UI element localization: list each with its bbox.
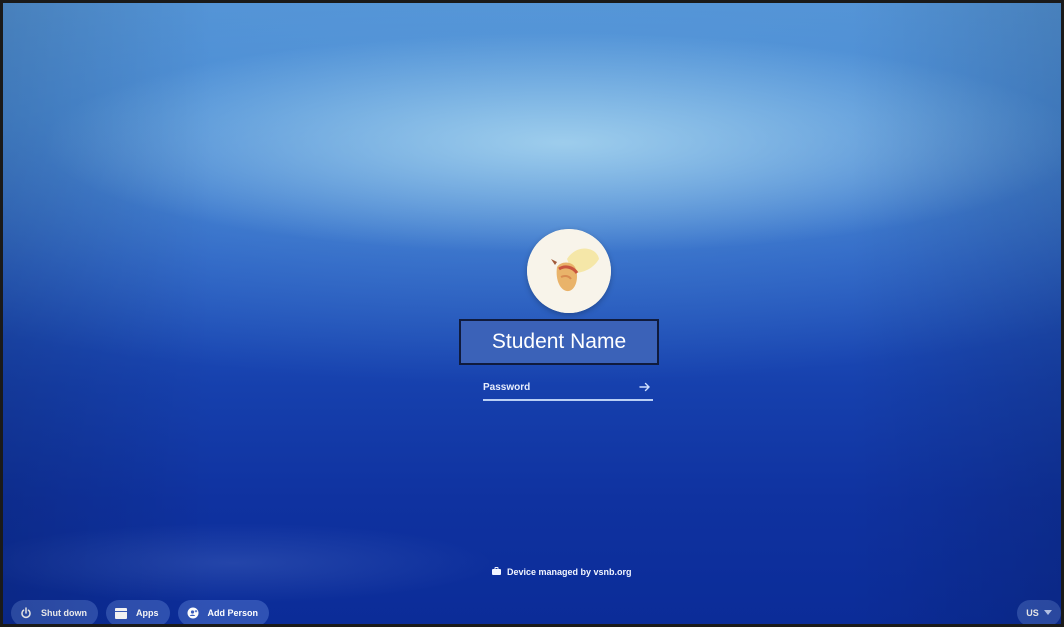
password-field[interactable]: Password — [483, 375, 653, 401]
shutdown-label: Shut down — [41, 608, 87, 618]
arrow-right-icon[interactable] — [637, 379, 653, 395]
user-name: Student Name — [491, 330, 627, 353]
add-person-icon — [187, 607, 199, 619]
password-placeholder: Password — [483, 381, 531, 393]
add-person-label: Add Person — [207, 608, 259, 618]
apps-button[interactable]: Apps — [106, 600, 170, 624]
login-shelf: Shut down Apps Add Person — [11, 600, 270, 624]
chevron-down-icon — [1043, 608, 1052, 618]
shutdown-button[interactable]: Shut down — [11, 600, 98, 624]
avatar-image — [527, 229, 611, 313]
briefcase-icon — [492, 567, 501, 577]
add-person-button[interactable]: Add Person — [177, 600, 270, 624]
apps-label: Apps — [136, 608, 159, 618]
user-avatar[interactable] — [527, 229, 611, 313]
power-icon — [20, 607, 32, 619]
input-method-button[interactable]: US — [1017, 600, 1061, 624]
device-managed-notice: Device managed by vsnb.org — [492, 567, 632, 577]
user-name-box: Student Name — [459, 319, 659, 365]
login-screen: Student Name Password Device managed by … — [0, 0, 1064, 627]
device-managed-text: Device managed by vsnb.org — [507, 567, 632, 577]
ime-label: US — [1026, 608, 1039, 618]
apps-icon — [115, 607, 127, 619]
